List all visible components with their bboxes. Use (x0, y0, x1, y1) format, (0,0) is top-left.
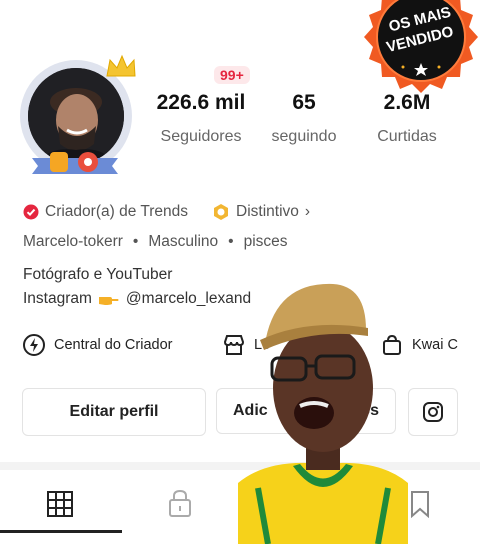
lock-icon (169, 489, 191, 517)
verified-check-icon (23, 204, 39, 220)
crown-icon (106, 54, 136, 77)
following-count[interactable]: 65 (262, 91, 346, 115)
lightning-icon (23, 334, 45, 356)
pointing-hand-icon (98, 297, 119, 305)
gender-text: Masculino (148, 233, 219, 250)
bio-instagram-prefix: Instagram (23, 290, 92, 307)
bio-line-2: Instagram @marcelo_lexand (23, 290, 251, 308)
distinctive-tag[interactable]: Distintivo (236, 203, 299, 221)
likes-label[interactable]: Curtidas (360, 128, 454, 146)
following-label[interactable]: seguindo (262, 128, 346, 146)
sign-text: pisces (243, 233, 288, 250)
followers-label[interactable]: Seguidores (146, 128, 256, 146)
instagram-button[interactable] (408, 388, 458, 436)
best-seller-seal: OS MAIS VENDIDO (364, 0, 478, 93)
chevron-right-icon: › (304, 203, 311, 220)
presenter-video-overlay (238, 283, 408, 544)
tags-row: Criador(a) de Trends Distintivo › (23, 203, 310, 221)
creator-center-button[interactable]: Central do Criador (22, 333, 172, 357)
creator-center-label: Central do Criador (54, 337, 173, 353)
grid-icon (47, 491, 73, 517)
bookmark-icon (411, 491, 429, 519)
creator-tag[interactable]: Criador(a) de Trends (45, 203, 188, 221)
distinctive-badge-icon (214, 204, 229, 220)
bio-instagram-handle[interactable]: @marcelo_lexand (126, 290, 251, 308)
tab-saved[interactable] (408, 490, 432, 523)
avatar[interactable] (28, 68, 124, 164)
avatar-photo (28, 68, 124, 164)
kwai-shop-label: Kwai C (412, 337, 458, 353)
tab-grid[interactable] (46, 490, 74, 523)
instagram-icon (423, 402, 443, 422)
followers-count[interactable]: 226.6 mil (146, 91, 256, 115)
avatar-ribbon-decoration (32, 152, 118, 174)
separator-dot: • (228, 233, 234, 250)
notification-badge[interactable]: 99+ (214, 66, 250, 84)
separator-dot: • (132, 233, 139, 250)
active-tab-indicator (0, 530, 122, 533)
info-row: Marcelo-tokerr • Masculino • pisces (23, 233, 288, 251)
tab-private[interactable] (166, 488, 194, 523)
edit-profile-button[interactable]: Editar perfil (22, 388, 206, 436)
username-text: Marcelo-tokerr (23, 233, 123, 250)
bio-line-1: Fotógrafo e YouTuber (23, 266, 173, 283)
